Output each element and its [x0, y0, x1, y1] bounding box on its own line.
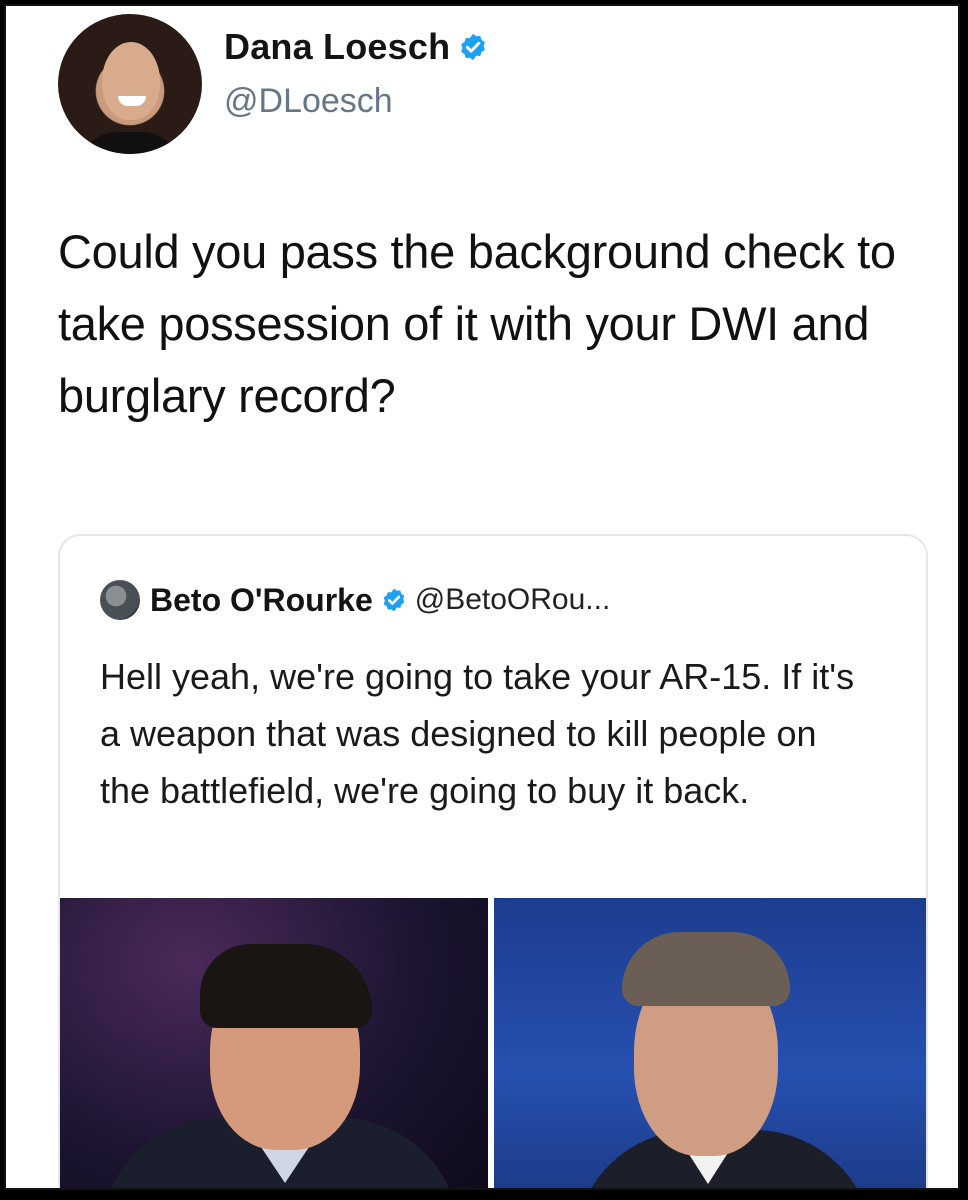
author-handle[interactable]: @DLoesch: [224, 82, 393, 121]
quoted-tweet-header: Beto O'Rourke @BetoORou...: [100, 578, 610, 622]
avatar-face: [102, 42, 160, 120]
quoted-author-handle[interactable]: @BetoORou...: [415, 583, 611, 617]
author-name-row: Dana Loesch: [224, 26, 488, 68]
moderator-hair: [200, 944, 372, 1028]
tweet-text: Could you pass the background check to t…: [58, 225, 896, 422]
author-avatar[interactable]: [58, 14, 202, 154]
verified-badge-icon: [458, 32, 488, 62]
candidate-hair: [622, 932, 790, 1006]
quoted-author-display-name[interactable]: Beto O'Rourke: [150, 582, 373, 619]
quoted-author-avatar[interactable]: [100, 580, 140, 620]
tweet-screenshot: Dana Loesch @DLoesch Could you pass the …: [4, 4, 960, 1190]
avatar-shirt: [78, 132, 182, 154]
quoted-verified-badge-icon: [381, 587, 407, 613]
debate-photo-candidate[interactable]: [494, 898, 926, 1188]
quoted-tweet-media: [60, 898, 926, 1188]
author-display-name[interactable]: Dana Loesch: [224, 26, 450, 68]
debate-photo-moderator[interactable]: [60, 898, 488, 1188]
quoted-tweet-text: Hell yeah, we're going to take your AR-1…: [100, 656, 855, 811]
quoted-tweet-card[interactable]: Beto O'Rourke @BetoORou... Hell yeah, we…: [58, 534, 928, 1188]
